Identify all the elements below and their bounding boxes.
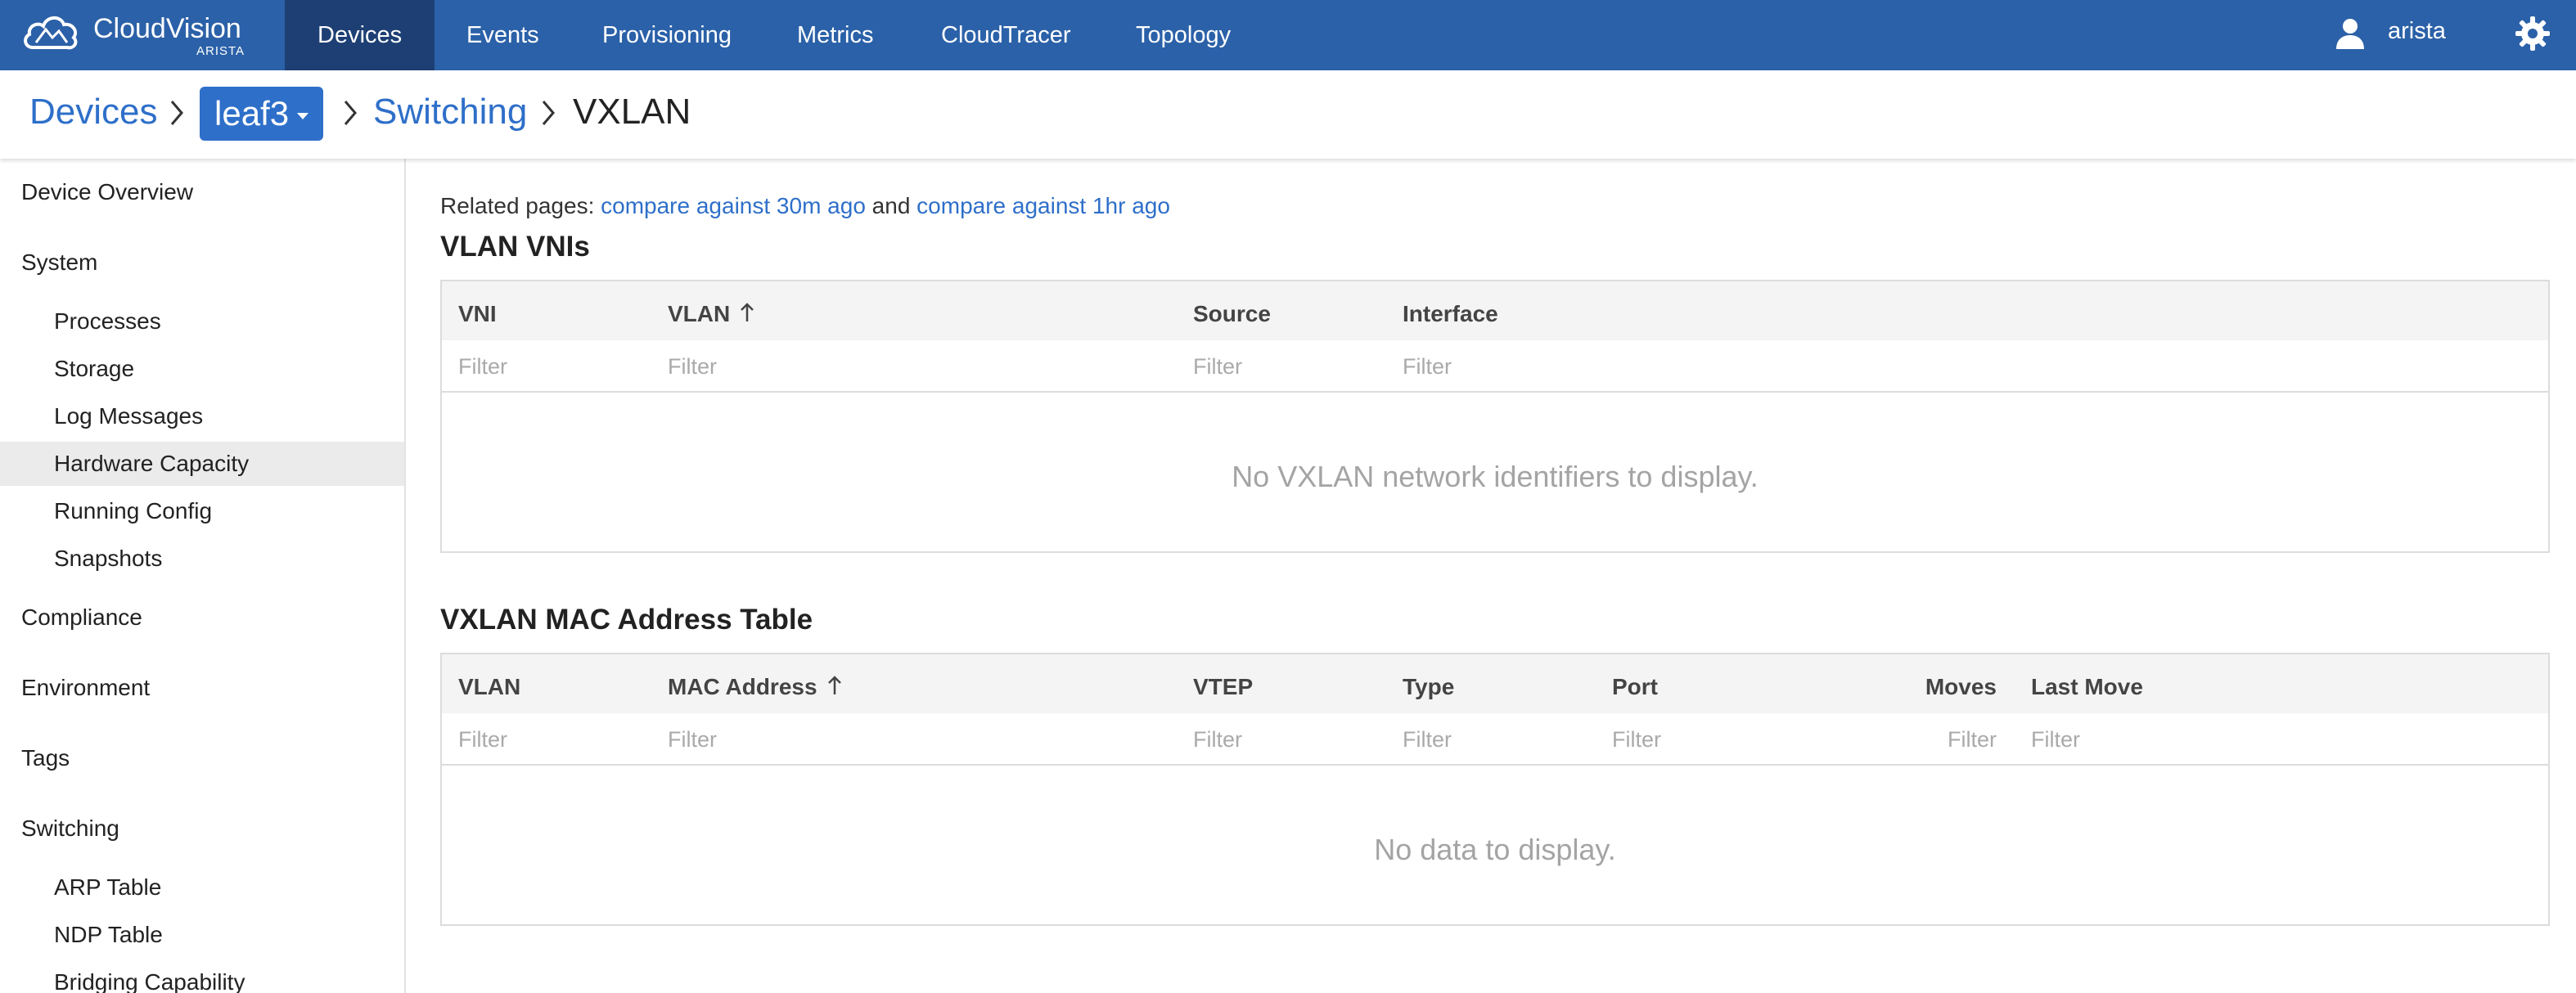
filter-row: [442, 340, 2548, 393]
vlan-vnis-title: VLAN VNIs: [440, 231, 590, 263]
vlan-vnis-table: VNI VLAN Source Interface No VXLAN netwo…: [440, 280, 2550, 553]
column-header-last-move[interactable]: Last Move: [2031, 674, 2143, 700]
filter-vlan-input[interactable]: [458, 725, 638, 754]
sidebar-item-arp-table[interactable]: ARP Table: [0, 865, 404, 910]
filter-vlan-input[interactable]: [668, 352, 1159, 381]
sidebar-item-running-config[interactable]: Running Config: [0, 489, 404, 533]
nav-topology[interactable]: Topology: [1103, 0, 1263, 70]
nav-metrics[interactable]: Metrics: [764, 0, 906, 70]
nav-events[interactable]: Events: [434, 0, 572, 70]
filter-vtep-input[interactable]: [1193, 725, 1373, 754]
cloudvision-logo[interactable]: CloudVision ARISTA: [21, 8, 259, 61]
sort-ascending-icon: [741, 303, 754, 321]
column-header-label: MAC Address: [668, 674, 817, 699]
column-header-vtep[interactable]: VTEP: [1193, 674, 1253, 700]
sidebar-item-storage[interactable]: Storage: [0, 347, 404, 391]
filter-port-input[interactable]: [1612, 725, 1890, 754]
breadcrumb: Devices leaf3 Switching VXLAN: [0, 70, 2576, 159]
brand-name: CloudVision: [93, 13, 241, 44]
filter-mac-address-input[interactable]: [668, 725, 1159, 754]
chevron-right-icon: [542, 101, 555, 125]
table-header: VLAN MAC Address VTEP Type Port Moves La…: [442, 654, 2548, 713]
nav-cloudtracer[interactable]: CloudTracer: [908, 0, 1103, 70]
brand-vendor: ARISTA: [196, 44, 245, 58]
sidebar-item-ndp-table[interactable]: NDP Table: [0, 913, 404, 957]
compare-1hr-link[interactable]: compare against 1hr ago: [916, 193, 1170, 218]
device-selector[interactable]: leaf3: [200, 87, 324, 141]
related-and-text: and: [871, 193, 911, 218]
table-header: VNI VLAN Source Interface: [442, 281, 2548, 340]
chevron-right-icon: [170, 101, 183, 125]
sidebar-item-device-overview[interactable]: Device Overview: [0, 170, 404, 214]
sidebar-item-environment[interactable]: Environment: [0, 666, 404, 710]
sidebar-item-tags[interactable]: Tags: [0, 736, 404, 780]
nav-devices[interactable]: Devices: [285, 0, 435, 70]
empty-state-message: No data to display.: [1374, 833, 1616, 866]
sort-ascending-icon: [827, 676, 841, 694]
sidebar-item-system[interactable]: System: [0, 240, 404, 285]
filter-type-input[interactable]: [1403, 725, 1583, 754]
user-name[interactable]: arista: [2388, 18, 2446, 45]
vxlan-mac-table: VLAN MAC Address VTEP Type Port Moves La…: [440, 653, 2550, 926]
breadcrumb-devices[interactable]: Devices: [29, 92, 158, 133]
sidebar: Device Overview System Processes Storage…: [0, 159, 406, 993]
vxlan-mac-table-title: VXLAN MAC Address Table: [440, 604, 813, 636]
filter-row: [442, 713, 2548, 766]
filter-source-input[interactable]: [1193, 352, 1373, 381]
column-header-vlan[interactable]: VLAN: [458, 674, 520, 700]
sidebar-item-bridging-capability[interactable]: Bridging Capability: [0, 960, 404, 993]
sidebar-item-hardware-capacity[interactable]: Hardware Capacity: [0, 442, 404, 486]
cloud-logo-icon: [24, 16, 78, 50]
column-header-label: VLAN: [668, 301, 731, 326]
nav-provisioning[interactable]: Provisioning: [570, 0, 764, 70]
column-header-source[interactable]: Source: [1193, 301, 1271, 327]
column-header-vni[interactable]: VNI: [458, 301, 497, 327]
column-header-port[interactable]: Port: [1612, 674, 1658, 700]
filter-last-move-input[interactable]: [2031, 725, 2522, 754]
related-pages: Related pages: compare against 30m ago a…: [440, 193, 1170, 219]
column-header-moves[interactable]: Moves: [1915, 674, 1997, 700]
gear-icon[interactable]: [2514, 15, 2551, 52]
device-selector-label: leaf3: [214, 94, 290, 133]
sidebar-item-switching[interactable]: Switching: [0, 807, 404, 851]
filter-moves-input[interactable]: [1915, 725, 1997, 754]
sidebar-item-compliance[interactable]: Compliance: [0, 595, 404, 640]
breadcrumb-current: VXLAN: [573, 92, 691, 132]
compare-30m-link[interactable]: compare against 30m ago: [601, 193, 866, 218]
sidebar-item-snapshots[interactable]: Snapshots: [0, 537, 404, 581]
breadcrumb-switching[interactable]: Switching: [373, 92, 527, 133]
column-header-vlan[interactable]: VLAN: [668, 301, 754, 327]
column-header-type[interactable]: Type: [1403, 674, 1454, 700]
related-pages-label: Related pages:: [440, 193, 595, 218]
caret-down-icon: [297, 112, 309, 119]
filter-interface-input[interactable]: [1403, 352, 1894, 381]
filter-vni-input[interactable]: [458, 352, 638, 381]
column-header-interface[interactable]: Interface: [1403, 301, 1498, 327]
chevron-right-icon: [344, 101, 357, 125]
top-nav-bar: CloudVision ARISTA Devices Events Provis…: [0, 0, 2576, 70]
column-header-mac-address[interactable]: MAC Address: [668, 674, 842, 700]
sidebar-item-log-messages[interactable]: Log Messages: [0, 394, 404, 438]
user-icon[interactable]: [2334, 16, 2367, 49]
sidebar-item-processes[interactable]: Processes: [0, 299, 404, 344]
empty-state-message: No VXLAN network identifiers to display.: [1232, 460, 1759, 493]
